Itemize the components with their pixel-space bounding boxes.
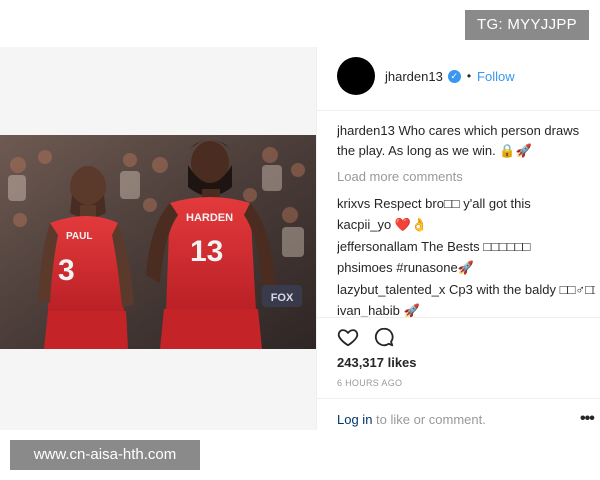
header-separator: • xyxy=(466,69,472,83)
comment-text: Respect bro□□ y'all got this xyxy=(373,196,531,211)
post-header: jharden13 ✓ • Follow xyxy=(337,57,597,95)
avatar[interactable] xyxy=(337,57,375,95)
comment-item: kacpii_yo ❤️👌 xyxy=(337,215,595,235)
comment-item: jeffersonallam The Bests □□□□□□ xyxy=(337,237,595,257)
verified-badge-icon: ✓ xyxy=(447,69,461,83)
post-caption: jharden13 Who cares which person draws t… xyxy=(337,121,595,161)
comment-text: 🚀 xyxy=(403,302,420,317)
follow-button[interactable]: Follow xyxy=(477,69,515,84)
login-divider xyxy=(317,398,600,399)
comment-item: ivan_habib 🚀 xyxy=(337,301,595,317)
watermark-bottom: www.cn-aisa-hth.com xyxy=(10,440,200,470)
caption-username[interactable]: jharden13 xyxy=(337,123,395,138)
comment-username[interactable]: phsimoes xyxy=(337,260,393,275)
watermark-top: TG: MYYJJPP xyxy=(465,10,589,40)
post-actions xyxy=(337,325,395,349)
login-prompt-text: to like or comment. xyxy=(372,412,486,427)
comments-section: jharden13 Who cares which person draws t… xyxy=(337,121,595,317)
jersey-right-number: 13 xyxy=(190,235,223,268)
panel-divider xyxy=(316,47,317,430)
jersey-left-number: 3 xyxy=(58,254,75,287)
comment-item: phsimoes #runasone🚀 xyxy=(337,258,595,278)
header-username[interactable]: jharden13 xyxy=(385,69,443,84)
comment-username[interactable]: krixvs xyxy=(337,196,370,211)
comment-text: ❤️👌 xyxy=(394,217,428,233)
more-options-icon[interactable]: ••• xyxy=(580,410,595,428)
heart-icon[interactable] xyxy=(337,326,359,348)
jersey-right-name: HARDEN xyxy=(186,212,233,224)
comment-username[interactable]: lazybut_talented_x xyxy=(337,282,445,297)
jersey-left-name: PAUL xyxy=(66,231,92,242)
comment-username[interactable]: kacpii_yo xyxy=(337,217,391,232)
load-more-comments-button[interactable]: Load more comments xyxy=(337,167,595,187)
post-timestamp: 6 HOURS AGO xyxy=(337,378,403,388)
comment-item: krixvs Respect bro□□ y'all got this xyxy=(337,194,595,214)
header-divider xyxy=(317,110,600,111)
post-photo: FOX PAUL 3 HARDEN 13 xyxy=(0,135,316,349)
comment-hashtag-link[interactable]: #runasone🚀 xyxy=(396,260,474,275)
comment-text: Cp3 with the baldy □□♂□□♂ xyxy=(449,281,595,297)
court-sign-text: FOX xyxy=(271,292,294,304)
likes-count[interactable]: 243,317 likes xyxy=(337,355,417,370)
comment-username[interactable]: ivan_habib xyxy=(337,303,400,317)
login-prompt: Log in to like or comment. xyxy=(337,412,486,427)
comment-icon[interactable] xyxy=(373,326,395,348)
login-link[interactable]: Log in xyxy=(337,412,372,427)
comment-text: The Bests □□□□□□ xyxy=(421,238,531,254)
comment-item: lazybut_talented_x Cp3 with the baldy □□… xyxy=(337,280,595,300)
comment-username[interactable]: jeffersonallam xyxy=(337,239,418,254)
actions-divider xyxy=(317,317,600,318)
